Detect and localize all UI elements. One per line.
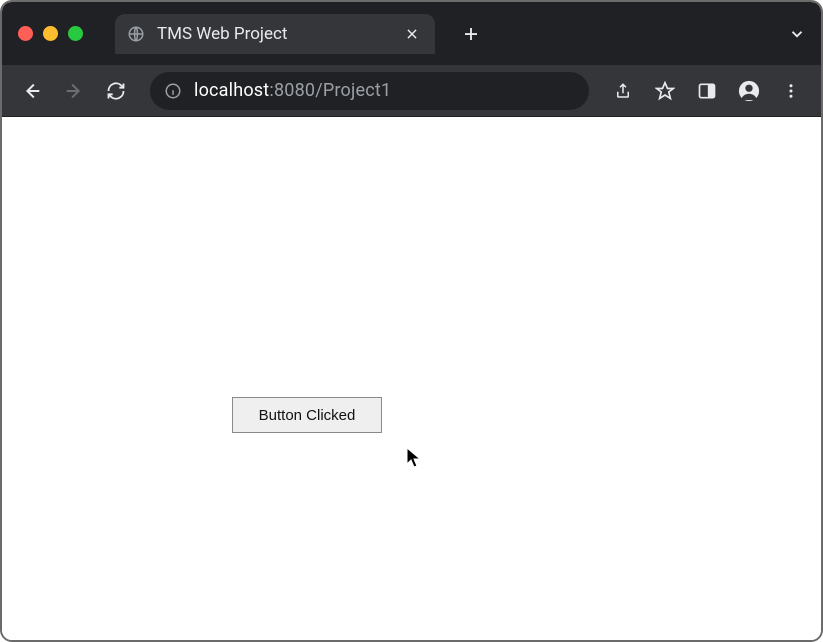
titlebar: TMS Web Project	[2, 2, 821, 65]
forward-button[interactable]	[56, 73, 92, 109]
minimize-window-button[interactable]	[43, 26, 58, 41]
tab-list-dropdown-icon[interactable]	[785, 22, 809, 46]
menu-icon[interactable]	[773, 73, 809, 109]
browser-toolbar: localhost:8080/Project1	[2, 65, 821, 117]
share-icon[interactable]	[605, 73, 641, 109]
bookmark-icon[interactable]	[647, 73, 683, 109]
demo-button[interactable]: Button Clicked	[232, 397, 382, 433]
browser-window: TMS Web Project	[0, 0, 823, 642]
reload-button[interactable]	[98, 73, 134, 109]
sidepanel-icon[interactable]	[689, 73, 725, 109]
close-window-button[interactable]	[18, 26, 33, 41]
url-host: localhost	[194, 80, 269, 101]
close-tab-icon[interactable]	[403, 25, 421, 43]
url-text: localhost:8080/Project1	[194, 80, 391, 101]
browser-tab[interactable]: TMS Web Project	[115, 14, 435, 54]
profile-icon[interactable]	[731, 73, 767, 109]
maximize-window-button[interactable]	[68, 26, 83, 41]
cursor-icon	[406, 447, 422, 469]
page-content: Button Clicked	[2, 117, 821, 640]
new-tab-button[interactable]	[455, 18, 487, 50]
tab-title: TMS Web Project	[157, 24, 391, 44]
address-bar[interactable]: localhost:8080/Project1	[150, 72, 589, 110]
window-controls	[18, 26, 83, 41]
url-port-path: :8080/Project1	[269, 80, 391, 101]
site-info-icon[interactable]	[162, 80, 184, 102]
globe-icon	[127, 25, 145, 43]
back-button[interactable]	[14, 73, 50, 109]
